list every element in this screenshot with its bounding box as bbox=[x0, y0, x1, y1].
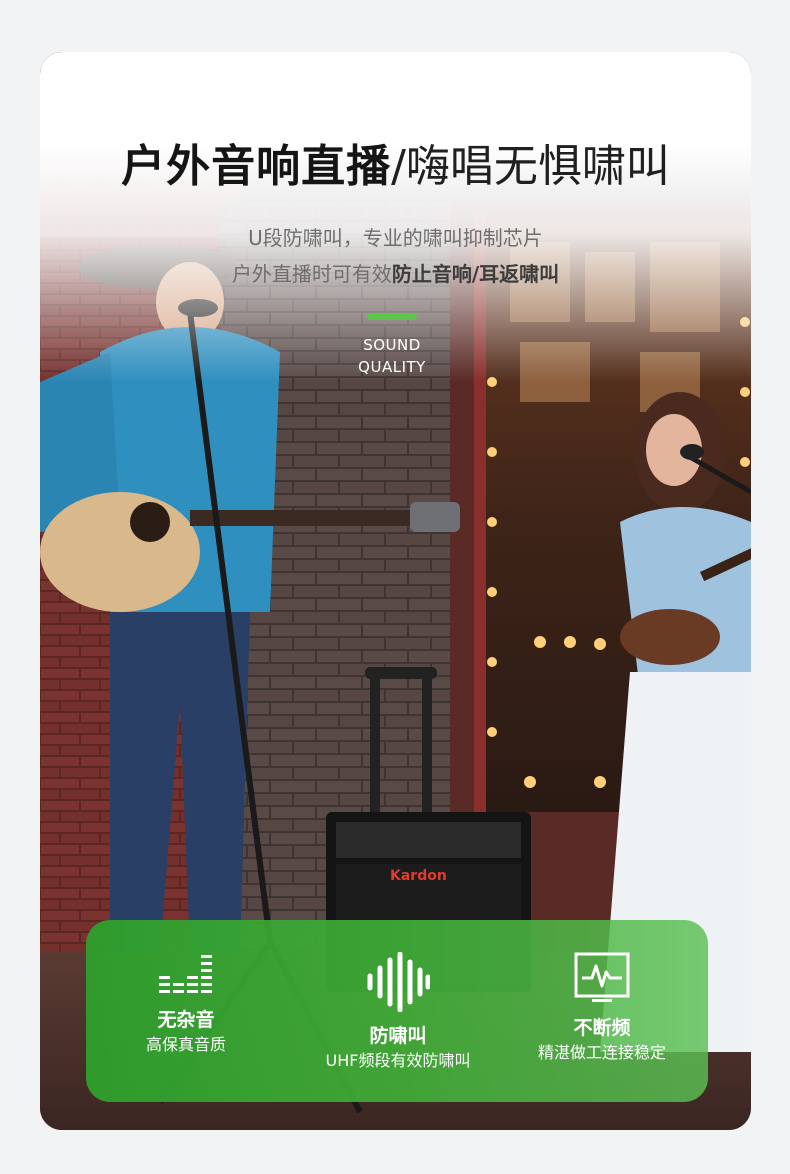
subtitle-line-1: U段防啸叫，专业的啸叫抑制芯片 bbox=[248, 226, 543, 250]
feature-title: 不断频 bbox=[573, 1017, 631, 1039]
amplifier-brand-text: Kardon bbox=[390, 868, 447, 884]
feature-anti-howl: 防啸叫 UHF频段有效防啸叫 bbox=[298, 952, 498, 1072]
subtitle-line-2: 户外直播时可有效防止音响/耳返啸叫 bbox=[40, 258, 751, 287]
waveform-monitor-icon bbox=[574, 952, 630, 1002]
sound-quality-accent-bar bbox=[367, 313, 417, 320]
feature-desc: 高保真音质 bbox=[145, 1035, 226, 1054]
feature-panel: 无杂音 高保真音质 防啸叫 UHF频段有效防啸叫 不断频 精湛做工连接稳定 bbox=[86, 920, 708, 1102]
page-title: 户外音响直播/嗨唱无惧啸叫 bbox=[40, 138, 751, 196]
sound-quality-line-2: QUALITY bbox=[358, 358, 426, 376]
feature-title: 无杂音 bbox=[157, 1009, 215, 1031]
feature-title: 防啸叫 bbox=[369, 1025, 427, 1047]
subtitle-line-2-emphasis: 防止音响/耳返啸叫 bbox=[391, 262, 560, 286]
sound-quality-badge: SOUND QUALITY bbox=[332, 334, 452, 378]
feature-no-dropout: 不断频 精湛做工连接稳定 bbox=[502, 952, 702, 1064]
subtitle-line-2-prefix: 户外直播时可有效 bbox=[231, 262, 392, 286]
top-white-fade bbox=[40, 52, 751, 382]
title-secondary: /嗨唱无惧啸叫 bbox=[391, 141, 670, 192]
feature-no-noise: 无杂音 高保真音质 bbox=[86, 952, 286, 1056]
feature-desc: UHF频段有效防啸叫 bbox=[325, 1051, 471, 1070]
equalizer-icon bbox=[159, 955, 212, 993]
title-main: 户外音响直播 bbox=[121, 141, 392, 192]
sound-wave-icon bbox=[367, 952, 430, 1012]
banner-card: Kardon 户外音响直播/嗨唱无惧啸叫 U段防啸叫，专业的啸叫抑制芯片 户外直… bbox=[40, 52, 751, 1130]
feature-desc: 精湛做工连接稳定 bbox=[537, 1043, 666, 1062]
sound-quality-line-1: SOUND bbox=[363, 336, 421, 354]
